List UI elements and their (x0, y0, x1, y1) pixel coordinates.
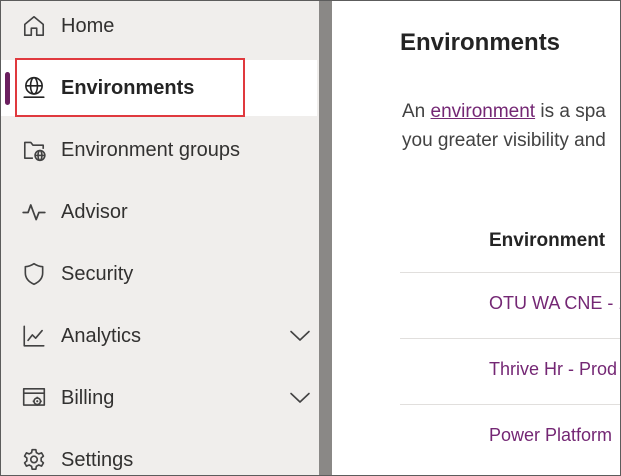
sidebar-nav: Home Environments Environment groups Adv… (1, 1, 319, 475)
sidebar-item-analytics[interactable]: Analytics (1, 308, 317, 364)
description-line-2: you greater visibility and (402, 130, 606, 151)
sidebar-item-settings[interactable]: Settings (1, 432, 317, 475)
chevron-down-icon[interactable] (288, 386, 312, 410)
line-chart-icon (21, 323, 47, 349)
billing-icon (21, 385, 47, 411)
sidebar-item-security[interactable]: Security (1, 246, 317, 302)
environment-link[interactable]: OTU WA CNE - 1 (489, 293, 620, 314)
selected-indicator (5, 72, 10, 105)
sidebar-item-environments[interactable]: Environments (1, 60, 317, 116)
environment-column-header[interactable]: Environment (489, 230, 605, 252)
sidebar-item-label: Home (61, 14, 115, 37)
page-title: Environments (400, 29, 561, 56)
sidebar-item-advisor[interactable]: Advisor (1, 184, 317, 240)
gear-icon (21, 447, 47, 473)
home-icon (21, 13, 47, 39)
sidebar-item-label: Billing (61, 386, 115, 409)
sidebar-item-home[interactable]: Home (1, 1, 317, 54)
table-row[interactable]: OTU WA CNE - 1 (400, 272, 620, 338)
sidebar-item-billing[interactable]: Billing (1, 370, 317, 426)
pulse-icon (21, 199, 47, 225)
table-row[interactable]: Power Platform (400, 404, 620, 470)
page-description: An environment is a spa you greater visi… (402, 97, 606, 155)
sidebar-item-environment-groups[interactable]: Environment groups (1, 122, 317, 178)
environment-link[interactable]: environment (431, 101, 536, 122)
chevron-down-icon[interactable] (288, 324, 312, 348)
sidebar-item-label: Advisor (61, 200, 128, 223)
sidebar-divider (319, 1, 332, 475)
description-line-1: An environment is a spa (402, 101, 606, 122)
app-window: Home Environments Environment groups Adv… (0, 0, 621, 476)
shield-icon (21, 261, 47, 287)
globe-icon (21, 75, 47, 101)
sidebar-item-label: Analytics (61, 324, 142, 347)
sidebar-item-label: Security (61, 262, 134, 285)
sidebar-item-label: Environment groups (61, 138, 240, 161)
table-row[interactable]: Thrive Hr - Prod (400, 338, 620, 404)
sidebar-item-label: Settings (61, 448, 134, 471)
environment-link[interactable]: Power Platform (489, 425, 612, 446)
environment-link[interactable]: Thrive Hr - Prod (489, 359, 617, 380)
folder-globe-icon (21, 137, 47, 163)
main-content: Environments An environment is a spa you… (332, 1, 620, 475)
sidebar-item-label: Environments (61, 76, 195, 99)
